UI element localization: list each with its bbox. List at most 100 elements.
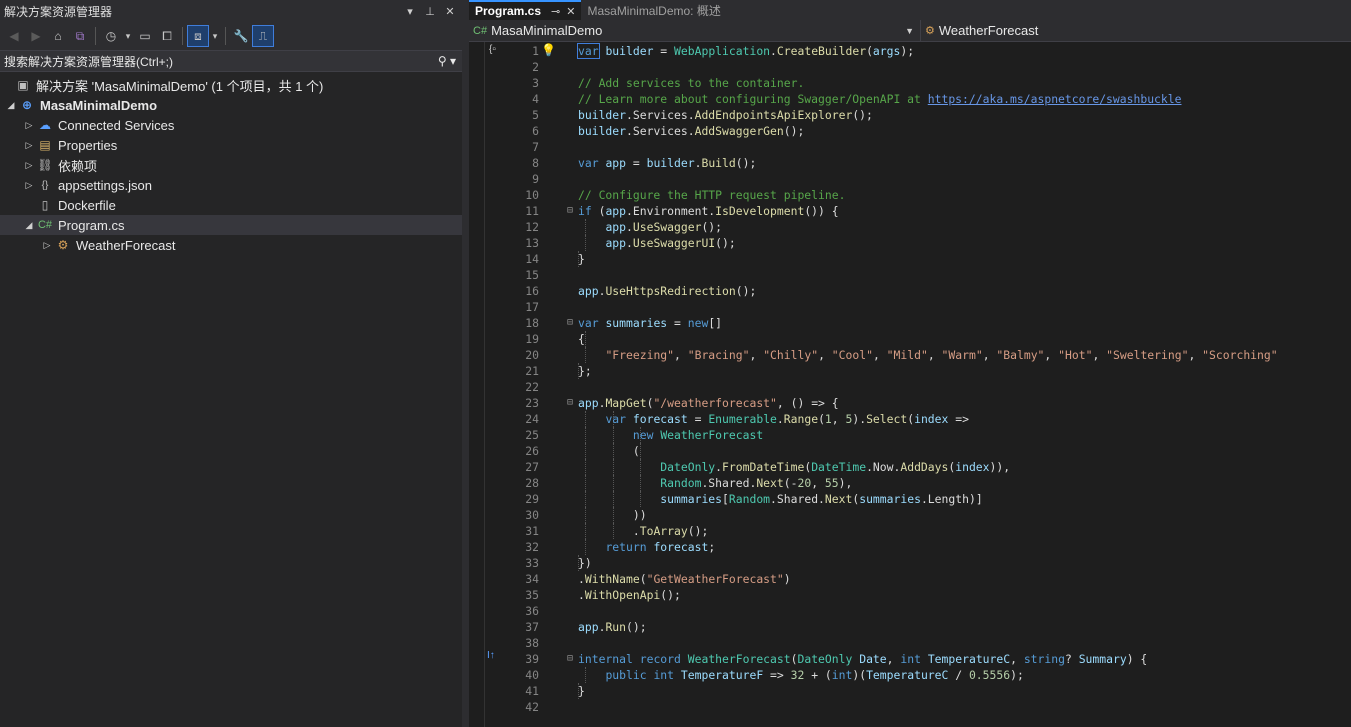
code-line[interactable]: 38 bbox=[469, 635, 1351, 651]
collapsed-chevron-icon[interactable]: ▷ bbox=[22, 120, 36, 131]
code-line[interactable]: 9 bbox=[469, 171, 1351, 187]
back-icon[interactable]: ◀ bbox=[4, 26, 24, 46]
code-line[interactable]: 35 .WithOpenApi(); bbox=[469, 587, 1351, 603]
collapse-region-icon[interactable]: ⊟ bbox=[565, 315, 575, 331]
line-number: 34 bbox=[525, 572, 539, 586]
collapsed-chevron-icon[interactable]: ▷ bbox=[22, 140, 36, 151]
collapse-region-icon[interactable]: ⊟ bbox=[565, 203, 575, 219]
code-line[interactable]: 2 bbox=[469, 59, 1351, 75]
pin-tab-icon[interactable]: ⊸ bbox=[551, 5, 560, 18]
tree-item-solution[interactable]: ▣ 解决方案 'MasaMinimalDemo' (1 个项目，共 1 个) bbox=[0, 75, 462, 95]
line-number: 21 bbox=[525, 364, 539, 378]
show-all-files-icon[interactable]: ⧈ bbox=[187, 25, 209, 47]
code-line[interactable]: 7 bbox=[469, 139, 1351, 155]
line-number: 39 bbox=[525, 652, 539, 666]
sync-with-document-icon[interactable]: ▭ bbox=[135, 26, 155, 46]
code-line[interactable]: 12 app.UseSwagger(); bbox=[469, 219, 1351, 235]
properties-wrench-icon[interactable]: 🔧 bbox=[231, 26, 251, 46]
code-line[interactable]: 39 ⊟ internal record WeatherForecast(DateO… bbox=[469, 651, 1351, 667]
code-line[interactable]: 27 DateOnly.FromDateTime(DateTime.Now.Ad… bbox=[469, 459, 1351, 475]
line-number: 20 bbox=[525, 348, 539, 362]
code-line[interactable]: 8 var app = builder.Build(); bbox=[469, 155, 1351, 171]
code-line[interactable]: 18 ⊟ var summaries = new[] bbox=[469, 315, 1351, 331]
collapsed-chevron-icon[interactable]: ▷ bbox=[40, 240, 54, 251]
code-line[interactable]: 30 )) bbox=[469, 507, 1351, 523]
code-text: .ToArray(); bbox=[578, 524, 709, 538]
home-icon[interactable]: ⌂ bbox=[48, 26, 68, 46]
search-input[interactable]: 搜索解决方案资源管理器(Ctrl+;) bbox=[4, 53, 438, 70]
tree-item-connected-services[interactable]: ▷ ☁ Connected Services bbox=[0, 115, 462, 135]
switch-views-icon[interactable]: ⧉ bbox=[70, 26, 90, 46]
expanded-chevron-icon[interactable]: ◢ bbox=[4, 100, 18, 111]
code-line[interactable]: 21}; bbox=[469, 363, 1351, 379]
code-line[interactable]: 40 public int TemperatureF => 32 + (int)… bbox=[469, 667, 1351, 683]
code-line[interactable]: 28 Random.Shared.Next(-20, 55), bbox=[469, 475, 1351, 491]
code-line[interactable]: 11 ⊟ if (app.Environment.IsDevelopment()) … bbox=[469, 203, 1351, 219]
code-line[interactable]: 31 .ToArray(); bbox=[469, 523, 1351, 539]
code-line[interactable]: 34 .WithName("GetWeatherForecast") bbox=[469, 571, 1351, 587]
document-tabs: Program.cs ⊸ ✕ MasaMinimalDemo: 概述 bbox=[469, 0, 1351, 20]
code-line[interactable]: 16 app.UseHttpsRedirection(); bbox=[469, 283, 1351, 299]
code-line[interactable]: 24 var forecast = Enumerable.Range(1, 5)… bbox=[469, 411, 1351, 427]
tree-item-properties[interactable]: ▷ ▤ Properties bbox=[0, 135, 462, 155]
filter-dropdown-icon[interactable]: ▾ bbox=[123, 26, 133, 46]
panel-splitter[interactable] bbox=[462, 0, 469, 727]
code-line[interactable]: 33}) bbox=[469, 555, 1351, 571]
code-line[interactable]: 22 bbox=[469, 379, 1351, 395]
line-number: 40 bbox=[525, 668, 539, 682]
code-line[interactable]: 1 var builder = WebApplication.CreateBuil… bbox=[469, 43, 1351, 59]
code-line[interactable]: 14} bbox=[469, 251, 1351, 267]
tree-item-project[interactable]: ◢ ⊕ MasaMinimalDemo bbox=[0, 95, 462, 115]
tree-item-weatherforecast[interactable]: ▷ ⚙ WeatherForecast bbox=[0, 235, 462, 255]
expanded-chevron-icon[interactable]: ◢ bbox=[22, 220, 36, 231]
close-tab-icon[interactable]: ✕ bbox=[566, 5, 575, 18]
code-line[interactable]: 41} bbox=[469, 683, 1351, 699]
show-all-dropdown-icon[interactable]: ▾ bbox=[210, 26, 220, 46]
code-line[interactable]: 15 bbox=[469, 267, 1351, 283]
solution-icon: ▣ bbox=[17, 78, 29, 92]
code-line[interactable]: 17 bbox=[469, 299, 1351, 315]
code-line[interactable]: 20 "Freezing", "Bracing", "Chilly", "Coo… bbox=[469, 347, 1351, 363]
pin-icon[interactable]: ⊥ bbox=[422, 5, 438, 18]
code-line[interactable]: 26 ( bbox=[469, 443, 1351, 459]
tab-overview[interactable]: MasaMinimalDemo: 概述 bbox=[581, 0, 726, 20]
code-line[interactable]: 42 bbox=[469, 699, 1351, 715]
code-area[interactable]: {▫ 💡 I↑ 1 var builder = WebApplication.Cr… bbox=[469, 42, 1351, 727]
code-line[interactable]: 5 builder.Services.AddEndpointsApiExplore… bbox=[469, 107, 1351, 123]
code-text: var forecast = Enumerable.Range(1, 5).Se… bbox=[605, 412, 969, 426]
collapse-region-icon[interactable]: ⊟ bbox=[565, 651, 575, 667]
code-line[interactable]: 10 // Configure the HTTP request pipeline… bbox=[469, 187, 1351, 203]
solution-explorer-titlebar: 解决方案资源管理器 ▾ ⊥ ✕ bbox=[0, 0, 462, 22]
window-position-dropdown-icon[interactable]: ▾ bbox=[402, 5, 418, 18]
search-icon[interactable]: ⚲ ▾ bbox=[438, 54, 456, 68]
code-line[interactable]: 4 // Learn more about configuring Swagger… bbox=[469, 91, 1351, 107]
code-line[interactable]: 37 app.Run(); bbox=[469, 619, 1351, 635]
pending-changes-filter-icon[interactable]: ◷ bbox=[101, 26, 121, 46]
tree-item-dependencies[interactable]: ▷ ⛓ 依赖项 bbox=[0, 155, 462, 175]
code-line[interactable]: 29 summaries[Random.Shared.Next(summarie… bbox=[469, 491, 1351, 507]
line-number: 27 bbox=[525, 460, 539, 474]
code-line[interactable]: 32 return forecast; bbox=[469, 539, 1351, 555]
code-line[interactable]: 13 app.UseSwaggerUI(); bbox=[469, 235, 1351, 251]
solution-explorer-search[interactable]: 搜索解决方案资源管理器(Ctrl+;) ⚲ ▾ bbox=[0, 50, 462, 72]
code-line[interactable]: 23 ⊟ app.MapGet("/weatherforecast", () => … bbox=[469, 395, 1351, 411]
code-line[interactable]: 6 builder.Services.AddSwaggerGen(); bbox=[469, 123, 1351, 139]
collapsed-chevron-icon[interactable]: ▷ bbox=[22, 180, 36, 191]
close-icon[interactable]: ✕ bbox=[442, 5, 458, 18]
project-dropdown[interactable]: C# MasaMinimalDemo ▼ bbox=[469, 20, 921, 41]
collapse-region-icon[interactable]: ⊟ bbox=[565, 395, 575, 411]
tree-item-program-cs[interactable]: ◢ C# Program.cs bbox=[0, 215, 462, 235]
tree-item-dockerfile[interactable]: ▯ Dockerfile bbox=[0, 195, 462, 215]
type-dropdown[interactable]: ⚙ WeatherForecast bbox=[921, 20, 1351, 41]
line-number: 3 bbox=[532, 76, 539, 90]
tree-item-appsettings[interactable]: ▷ {} appsettings.json bbox=[0, 175, 462, 195]
collapsed-chevron-icon[interactable]: ▷ bbox=[22, 160, 36, 171]
tab-program-cs[interactable]: Program.cs ⊸ ✕ bbox=[469, 0, 582, 20]
code-line[interactable]: 36 bbox=[469, 603, 1351, 619]
code-line[interactable]: 3 // Add services to the container. bbox=[469, 75, 1351, 91]
forward-icon[interactable]: ▶ bbox=[26, 26, 46, 46]
code-line[interactable]: 25 new WeatherForecast bbox=[469, 427, 1351, 443]
collapse-all-icon[interactable]: ⧠ bbox=[157, 26, 177, 46]
preview-selected-items-icon[interactable]: ⎍ bbox=[252, 25, 274, 47]
code-line[interactable]: 19 { bbox=[469, 331, 1351, 347]
